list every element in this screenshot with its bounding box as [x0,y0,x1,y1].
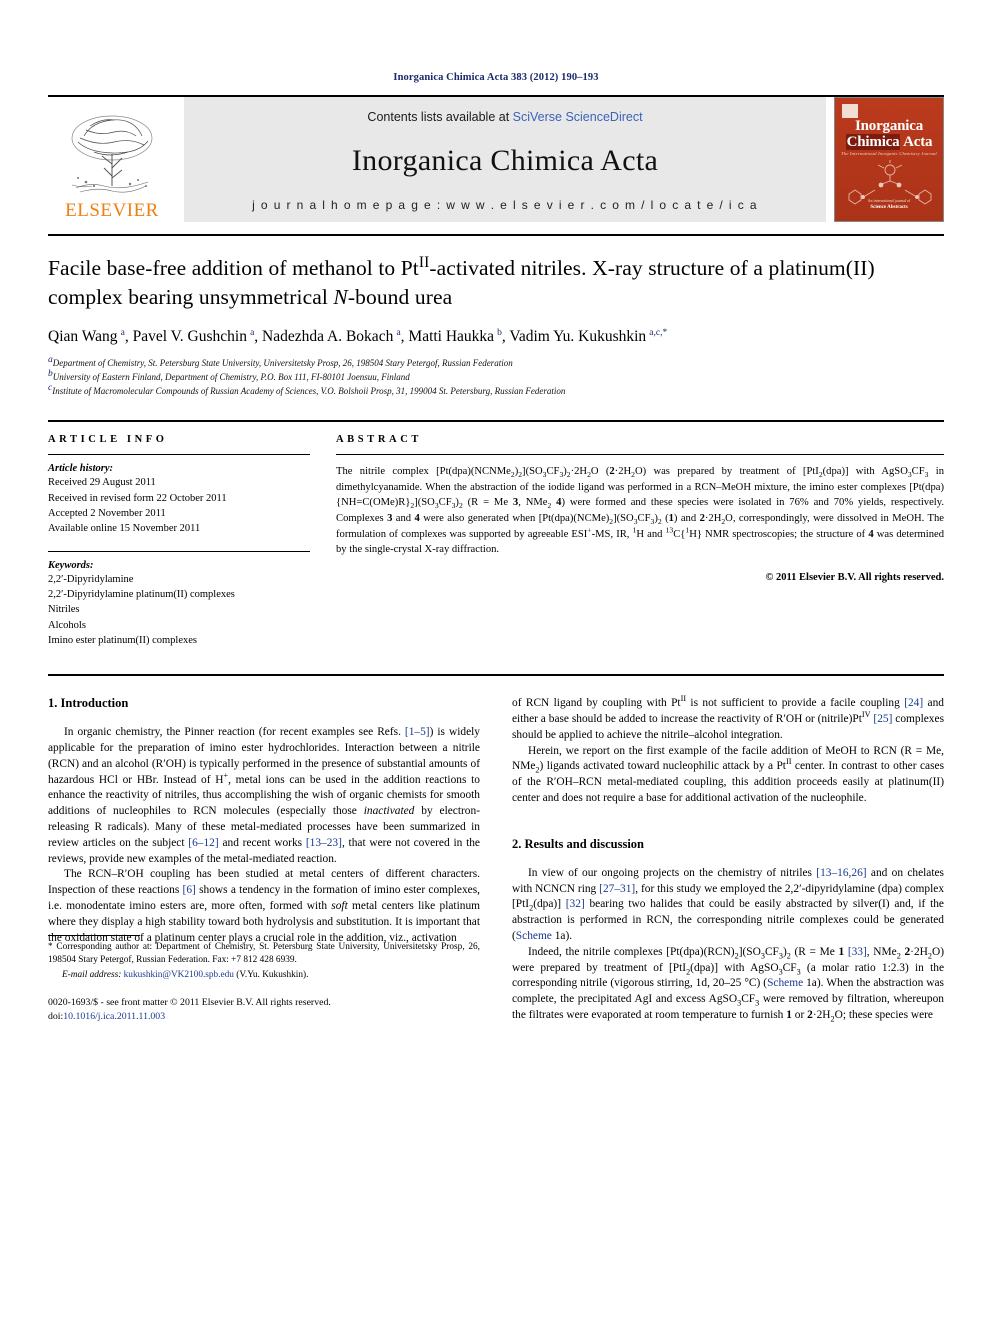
keywords-list: 2,2′-Dipyridylamine 2,2′-Dipyridylamine … [48,572,310,649]
journal-cover-thumbnail: Inorganica Chimica Acta The Internationa… [834,97,944,222]
scheme-link[interactable]: Scheme [767,977,803,989]
history-item: Available online 15 November 2011 [48,523,201,535]
paragraph-results-2: Indeed, the nitrile complexes [Pt(dpa)(R… [512,945,945,1024]
history-item: Received 29 August 2011 [48,477,156,489]
sciencedirect-link[interactable]: SciVerse ScienceDirect [513,110,643,124]
cover-title-line2: Chimica Acta [835,134,943,151]
affiliation-a-text: Department of Chemistry, St. Petersburg … [52,358,513,369]
masthead-center-panel: Contents lists available at SciVerse Sci… [184,97,826,222]
elsevier-wordmark: ELSEVIER [65,200,159,221]
cover-subtitle: The International Inorganic Chemistry Jo… [841,151,937,156]
corresponding-author-note: * Corresponding author at: Department of… [48,941,480,965]
journal-homepage-link[interactable]: j o u r n a l h o m e p a g e : w w w . … [252,198,758,212]
history-item: Received in revised form 22 October 2011 [48,492,227,504]
citation-link[interactable]: [27–31] [599,883,635,895]
article-info-column: ARTICLE INFO Article history: Received 2… [48,434,310,648]
article-body: 1. Introduction In organic chemistry, th… [48,674,944,1024]
keyword-item: 2,2′-Dipyridylamine platinum(II) complex… [48,588,235,600]
cover-title-line1: Inorganica [854,118,923,134]
contents-prefix: Contents lists available at [367,110,513,124]
citation-link[interactable]: [13–23] [306,837,342,849]
keywords-block: Keywords: 2,2′-Dipyridylamine 2,2′-Dipyr… [48,550,310,649]
info-abstract-row: ARTICLE INFO Article history: Received 2… [48,420,944,648]
citation-link[interactable]: [32] [566,898,585,910]
paragraph-results-1: In view of our ongoing projects on the c… [512,866,945,943]
keyword-item: 2,2′-Dipyridylamine [48,573,134,585]
affiliation-c: cInstitute of Macromolecular Compounds o… [48,382,566,396]
abstract-copyright: © 2011 Elsevier B.V. All rights reserved… [765,571,944,583]
issn-copyright-line: 0020-1693/$ - see front matter © 2011 El… [48,997,331,1009]
citation-link[interactable]: [1–5] [405,726,430,738]
paragraph-intro-1: In organic chemistry, the Pinner reactio… [48,726,480,865]
abstract-column: ABSTRACT The nitrile complex [Pt(dpa)(NC… [336,434,944,648]
doi-label: doi: [48,1011,64,1023]
keyword-item: Imino ester platinum(II) complexes [48,634,197,646]
footnote-divider [48,934,140,936]
affiliation-b-text: University of Eastern Finland, Departmen… [52,372,410,382]
cover-title-acta: Acta [903,134,933,150]
affiliation-a: aDepartment of Chemistry, St. Petersburg… [48,355,513,369]
author-list: Qian Wang a, Pavel V. Gushchin a, Nadezh… [48,328,668,346]
journal-masthead: ELSEVIER Contents lists available at Sci… [48,95,944,222]
citation-link[interactable]: [6–12] [188,837,218,849]
cover-footer-small: An international journal of [867,197,911,203]
section-heading-introduction: 1. Introduction [48,696,129,711]
citation-link[interactable]: [13–16,26] [816,867,866,879]
cover-elsevier-mark [842,104,858,118]
keyword-item: Alcohols [48,619,86,631]
title-block: Facile base-free addition of methanol to… [48,234,944,398]
article-history-label: Article history: [48,463,114,475]
keyword-item: Nitriles [48,604,80,616]
paragraph-right-2: Herein, we report on the first example o… [512,744,945,805]
footnote-zone: * Corresponding author at: Department of… [48,934,480,1024]
article-info-heading: ARTICLE INFO [48,434,168,446]
abstract-text: The nitrile complex [Pt(dpa)(NCNMe2)2](S… [336,466,944,556]
doi-line: doi:10.1016/j.ica.2011.11.003 [48,1010,480,1024]
journal-title: Inorganica Chimica Acta [351,144,659,177]
elsevier-tree-icon [71,115,153,193]
keywords-label: Keywords: [48,559,94,571]
contents-available-line: Contents lists available at SciVerse Sci… [367,110,642,124]
email-owner: (V.Yu. Kukushkin). [236,969,309,980]
cover-footer: An international journal of Science Abst… [835,198,943,212]
doi-link[interactable]: 10.1016/j.ica.2011.11.003 [63,1011,165,1022]
citation-link[interactable]: [25] [873,713,892,725]
abstract-heading: ABSTRACT [336,434,422,446]
paragraph-right-1: of RCN ligand by coupling with PtII is n… [512,694,944,741]
citation-link[interactable]: [6] [183,884,196,896]
affiliation-c-text: Institute of Macromolecular Compounds of… [52,385,566,396]
cover-title-chimica: Chimica [845,134,901,150]
journal-article-page: Inorganica Chimica Acta 383 (2012) 190–1… [0,0,992,1323]
email-link[interactable]: kukushkin@VK2100.spb.edu [124,970,234,980]
imprint-block: 0020-1693/$ - see front matter © 2011 El… [48,996,480,1023]
citation-link[interactable]: [33] [848,946,867,958]
affiliation-b: bUniversity of Eastern Finland, Departme… [48,369,410,382]
body-column-left: 1. Introduction In organic chemistry, th… [48,696,480,1024]
email-note: E-mail address: kukushkin@VK2100.spb.edu… [48,969,480,982]
elsevier-logo: ELSEVIER [48,97,176,222]
citation-link[interactable]: [24] [904,697,923,709]
history-item: Accepted 2 November 2011 [48,508,166,519]
email-label: E-mail address: [62,969,122,980]
cover-footer-bold: Science Abstracts [870,204,908,210]
article-history-list: Received 29 August 2011 Received in revi… [48,475,310,536]
scheme-link[interactable]: Scheme [516,930,552,942]
page-title: Facile base-free addition of methanol to… [48,253,875,309]
body-column-right: of RCN ligand by coupling with PtII is n… [512,694,945,1024]
section-heading-results: 2. Results and discussion [512,836,644,851]
running-head: Inorganica Chimica Acta 383 (2012) 190–1… [393,72,599,83]
